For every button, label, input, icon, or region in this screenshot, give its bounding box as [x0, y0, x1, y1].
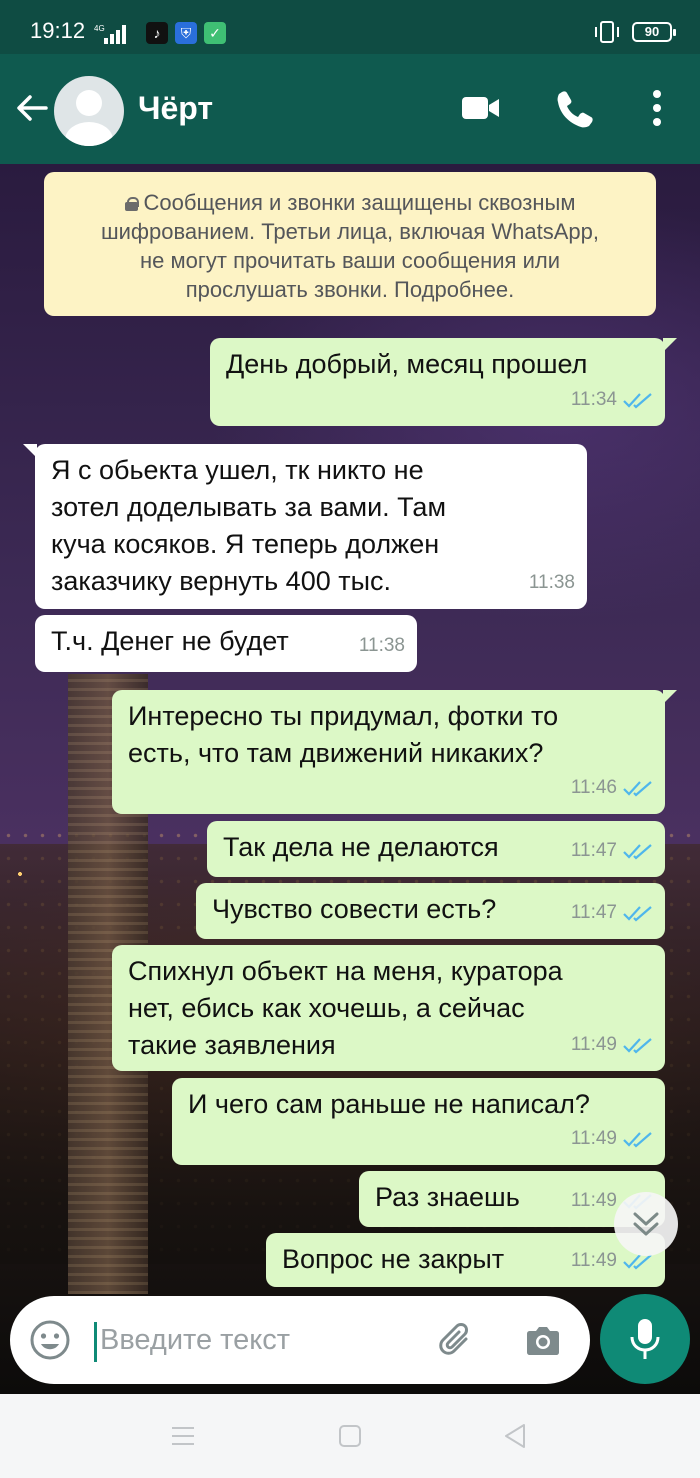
message-text-line: Спихнул объект на меня, куратора: [128, 956, 563, 986]
status-time: 19:12: [30, 18, 86, 43]
encryption-notice-text1: Сообщения и звонки защищены сквозным: [143, 190, 576, 215]
message-meta: 11:46: [571, 769, 653, 806]
recent-apps-icon[interactable]: [167, 1420, 199, 1452]
message-meta: 11:34: [571, 381, 653, 418]
tiktok-icon: ♪: [146, 22, 168, 44]
message-meta: 11:47: [571, 894, 653, 931]
double-check-icon: [623, 780, 652, 797]
app-notification-icon: ✓: [204, 22, 226, 44]
message-bubble-outgoing[interactable]: И чего сам раньше не написал? 11:49: [172, 1078, 665, 1165]
shield-app-icon: ⛨: [175, 22, 197, 44]
message-time: 11:38: [528, 572, 575, 593]
composer-bar: Введите текст: [0, 1282, 700, 1394]
double-check-icon: [623, 905, 652, 922]
message-text-line: нет, ебись как хочешь, а сейчас: [128, 993, 525, 1023]
double-check-icon: [623, 392, 652, 409]
arrow-left-icon[interactable]: [14, 90, 50, 126]
message-meta: 11:49: [571, 1026, 653, 1063]
encryption-notice-line4: прослушать звонки. Подробнее.: [185, 277, 515, 302]
text-cursor: [94, 1322, 97, 1362]
message-bubble-incoming[interactable]: Я с обьекта ушел, тк никто не зотел доде…: [23, 444, 587, 609]
default-avatar-icon: [65, 90, 113, 146]
signal-icon: 4G: [94, 24, 126, 44]
message-meta: 11:49: [571, 1120, 653, 1157]
message-time: 11:47: [570, 902, 617, 923]
message-text-line: куча косяков. Я теперь должен: [51, 529, 440, 559]
avatar[interactable]: [54, 76, 124, 146]
message-bubble-outgoing[interactable]: Чувство совести есть? 11:47: [196, 883, 665, 939]
message-text-line: есть, что там движений никаких?: [128, 738, 544, 768]
encryption-notice[interactable]: Сообщения и звонки защищены сквозным шиф…: [44, 172, 656, 316]
double-check-icon: [623, 843, 652, 860]
chevron-double-down-icon: [633, 1212, 659, 1236]
emoji-icon[interactable]: [28, 1318, 72, 1362]
message-text-line: Интересно ты придумал, фотки то: [128, 701, 559, 731]
message-meta: 11:38: [529, 564, 575, 601]
message-input-placeholder: Введите текст: [100, 1324, 291, 1356]
video-call-icon[interactable]: [458, 86, 502, 130]
message-time: 11:49: [570, 1190, 617, 1211]
message-bubble-incoming[interactable]: Т.ч. Денег не будет 11:38: [35, 615, 417, 672]
more-vertical-icon[interactable]: [635, 86, 679, 130]
voice-record-button[interactable]: [600, 1294, 690, 1384]
message-time: 11:38: [358, 635, 405, 656]
message-time: 11:46: [570, 777, 617, 798]
message-text-line: Я с обьекта ушел, тк никто не: [51, 455, 424, 485]
message-text-line: заказчику вернуть 400 тыс.: [51, 566, 392, 596]
message-bubble-outgoing[interactable]: Спихнул объект на меня, куратора нет, еб…: [112, 945, 665, 1071]
message-text: И чего сам раньше не написал?: [188, 1089, 590, 1119]
battery-indicator: 90: [632, 22, 676, 42]
scroll-to-bottom-button[interactable]: [614, 1192, 678, 1256]
double-check-icon: [623, 1131, 652, 1148]
encryption-notice-line2: шифрованием. Третьи лица, включая WhatsA…: [100, 219, 600, 244]
double-check-icon: [623, 1037, 652, 1054]
message-bubble-outgoing[interactable]: День добрый, месяц прошел 11:34: [210, 338, 677, 426]
message-time: 11:49: [570, 1250, 617, 1271]
encryption-notice-line3: не могут прочитать ваши сообщения или: [140, 248, 560, 273]
microphone-icon: [630, 1319, 660, 1359]
message-time: 11:49: [570, 1034, 617, 1055]
message-bubble-outgoing[interactable]: Интересно ты придумал, фотки то есть, чт…: [112, 690, 677, 814]
lock-icon: [124, 197, 140, 211]
system-navigation-bar: [0, 1394, 700, 1478]
message-text-line: зотел доделывать за вами. Там: [51, 492, 447, 522]
message-time: 11:47: [570, 840, 617, 861]
vibrate-icon: [595, 21, 619, 43]
phone-icon[interactable]: [553, 86, 597, 130]
message-meta: 11:47: [571, 832, 653, 869]
back-nav-icon[interactable]: [500, 1420, 532, 1452]
status-right: 90: [592, 20, 676, 44]
message-meta: 11:38: [359, 627, 405, 664]
camera-icon[interactable]: [522, 1320, 564, 1362]
message-bubble-outgoing[interactable]: Так дела не делаются 11:47: [207, 821, 665, 877]
network-type: 4G: [94, 24, 105, 33]
message-input[interactable]: Введите текст: [10, 1296, 590, 1384]
message-bubble-outgoing[interactable]: Вопрос не закрыт 11:49: [266, 1233, 665, 1287]
home-icon[interactable]: [334, 1420, 366, 1452]
message-text: Т.ч. Денег не будет: [51, 626, 289, 656]
message-text: День добрый, месяц прошел: [226, 349, 588, 379]
encryption-notice-line1: Сообщения и звонки защищены сквозным: [60, 188, 640, 217]
message-time: 11:34: [570, 389, 617, 410]
message-time: 11:49: [570, 1128, 617, 1149]
paperclip-icon[interactable]: [436, 1320, 478, 1362]
chat-header: Чёрт: [0, 54, 700, 164]
contact-name[interactable]: Чёрт: [138, 90, 213, 127]
status-bar: 19:12 4G ♪ ⛨ ✓ 90: [0, 0, 700, 54]
